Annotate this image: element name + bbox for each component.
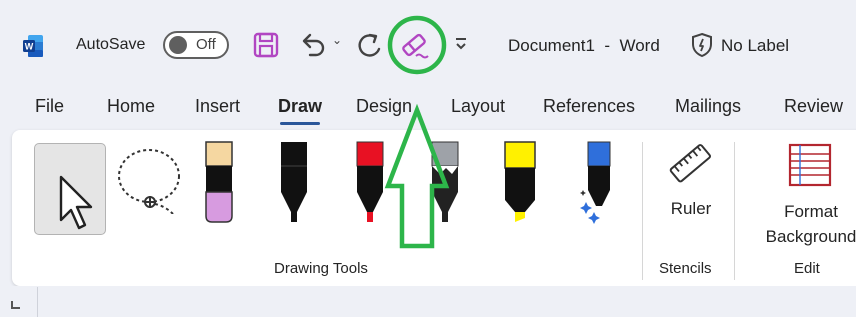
stencils-group-label: Stencils (659, 260, 712, 277)
format-background-label[interactable]: Format Background (746, 199, 856, 249)
tab-home[interactable]: Home (107, 96, 155, 117)
document-title: Document1 - Word (508, 36, 660, 55)
tab-design[interactable]: Design (356, 96, 412, 117)
autosave-toggle[interactable]: Off (163, 31, 229, 59)
ruler-button-label[interactable]: Ruler (668, 199, 714, 219)
tab-references[interactable]: References (543, 96, 635, 117)
select-tool-button[interactable] (34, 143, 106, 235)
tab-file[interactable]: File (35, 96, 64, 117)
shield-icon[interactable] (690, 32, 714, 58)
eraser-icon[interactable] (399, 31, 431, 61)
autosave-state: Off (196, 36, 216, 53)
pencil-pink-icon[interactable] (202, 140, 236, 226)
undo-icon[interactable] (298, 30, 328, 60)
group-separator (642, 142, 643, 280)
redo-icon[interactable] (355, 30, 385, 60)
svg-text:W: W (25, 42, 34, 52)
title-bar: W AutoSave Off ⌄ Document1 - Word No Lab… (0, 0, 856, 90)
toggle-knob (169, 36, 187, 54)
vertical-ruler-edge (37, 287, 38, 317)
pen-blue-glitter-icon[interactable] (580, 140, 614, 226)
edit-group-label: Edit (794, 260, 820, 277)
pen-black-icon[interactable] (277, 140, 311, 226)
document-area-top (0, 286, 856, 317)
customize-toolbar-icon[interactable] (454, 34, 468, 54)
tab-insert[interactable]: Insert (195, 96, 240, 117)
lasso-select-icon[interactable] (115, 146, 187, 214)
ribbon-panel: Drawing Tools Ruler Stencils Format Back… (12, 130, 856, 286)
ribbon-tabs: File Home Insert Draw Design Layout Refe… (0, 90, 856, 130)
tab-draw[interactable]: Draw (278, 96, 322, 125)
pen-galaxy-gray-icon[interactable] (428, 140, 462, 226)
ruler-corner-icon (11, 301, 20, 309)
ruler-icon[interactable] (668, 140, 714, 188)
undo-dropdown-chevron-icon[interactable]: ⌄ (332, 33, 342, 47)
autosave-label: AutoSave (76, 36, 146, 53)
drawing-tools-group-label: Drawing Tools (274, 260, 368, 277)
select-cursor-icon (59, 175, 93, 230)
word-logo-icon: W (23, 35, 43, 57)
pen-red-icon[interactable] (353, 140, 387, 226)
highlighter-yellow-icon[interactable] (503, 140, 537, 226)
tab-mailings[interactable]: Mailings (675, 96, 741, 117)
format-background-icon[interactable] (787, 142, 833, 188)
group-separator (734, 142, 735, 280)
tab-review[interactable]: Review (784, 96, 843, 117)
tab-layout[interactable]: Layout (451, 96, 505, 117)
sensitivity-label[interactable]: No Label (721, 36, 789, 56)
save-icon[interactable] (252, 31, 280, 59)
